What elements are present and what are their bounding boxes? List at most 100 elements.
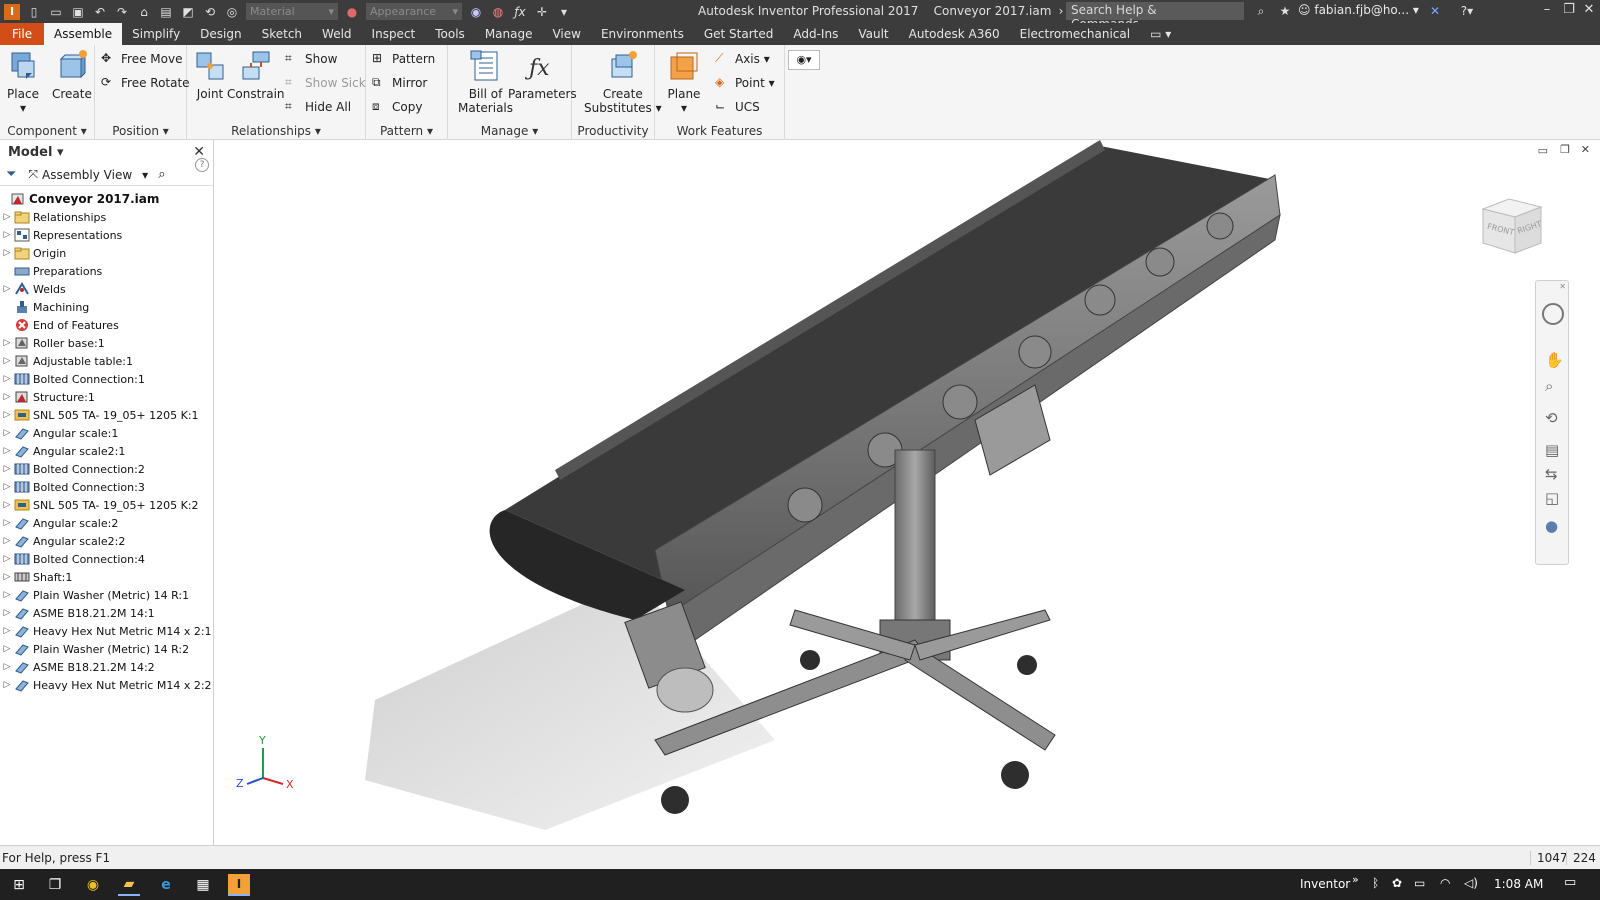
tree-item[interactable]: End of Features — [0, 316, 213, 334]
zoom-icon[interactable]: ⌕ — [1545, 377, 1553, 395]
tree-item[interactable]: ▷ Heavy Hex Nut Metric M14 x 2:2 — [0, 676, 213, 694]
start-icon[interactable]: ⊞ — [8, 874, 30, 896]
tree-item[interactable]: ▷ Bolted Connection:3 — [0, 478, 213, 496]
chevron-down-icon[interactable]: ▾ — [52, 145, 64, 160]
expand-arrow-icon[interactable]: ▷ — [0, 590, 14, 600]
tab-simplify[interactable]: Simplify — [122, 23, 190, 45]
tree-item[interactable]: ▷ Plain Washer (Metric) 14 R:2 — [0, 640, 213, 658]
color-override-icon[interactable]: ◎ — [224, 4, 240, 20]
undo-icon[interactable]: ↶ — [92, 4, 108, 20]
assembly-view-label[interactable]: Assembly View — [42, 168, 132, 182]
help-icon[interactable]: ?▾ — [1459, 3, 1475, 19]
ucs-button[interactable]: ⌙ UCS — [715, 97, 760, 117]
view-face-icon[interactable]: ⇆ — [1545, 465, 1558, 483]
wifi-icon[interactable]: ◠ — [1440, 876, 1450, 890]
expand-arrow-icon[interactable]: ▷ — [0, 554, 14, 564]
expand-arrow-icon[interactable]: ▷ — [0, 680, 14, 690]
create-button[interactable]: Create — [52, 49, 92, 101]
inventor-taskbar-icon[interactable]: I — [228, 874, 250, 896]
show-sick-button[interactable]: ⌗ Show Sick — [285, 73, 366, 93]
restore-button[interactable]: ❐ — [1558, 2, 1580, 20]
find-icon[interactable]: ⌕ — [158, 167, 165, 182]
tree-item[interactable]: ▷ Representations — [0, 226, 213, 244]
expand-arrow-icon[interactable]: ▷ — [0, 212, 14, 222]
new-icon[interactable]: ▯ — [26, 4, 42, 20]
tree-item[interactable]: ▷ Origin — [0, 244, 213, 262]
steering-wheel-icon[interactable] — [1542, 303, 1564, 325]
joint-button[interactable]: Joint — [193, 49, 227, 101]
copy-button[interactable]: ⧈ Copy — [372, 97, 422, 117]
ribbon-options-button[interactable]: ◉▾ — [788, 50, 820, 70]
expand-arrow-icon[interactable]: ▷ — [0, 482, 14, 492]
panel-title-component[interactable]: Component ▾ — [0, 124, 94, 138]
tray-icon[interactable]: ✿ — [1392, 876, 1402, 890]
chevron-down-icon[interactable]: ▾ — [142, 168, 148, 182]
close-icon[interactable]: ✕ — [1559, 282, 1566, 291]
tree-item[interactable]: ▷ SNL 505 TA- 19_05+ 1205 K:1 — [0, 406, 213, 424]
tree-item[interactable]: ▷ Angular scale2:1 — [0, 442, 213, 460]
tab-get-started[interactable]: Get Started — [694, 23, 784, 45]
customize-icon[interactable]: ▾ — [556, 4, 572, 20]
expand-arrow-icon[interactable]: ▷ — [0, 356, 14, 366]
tab-view[interactable]: View — [542, 23, 590, 45]
expand-arrow-icon[interactable]: ▷ — [0, 464, 14, 474]
star-icon[interactable]: ★ — [1277, 3, 1293, 19]
edge-icon[interactable]: e — [155, 874, 177, 896]
adjust-appearance-icon[interactable]: ◉ — [468, 4, 484, 20]
constrain-button[interactable]: Constrain — [227, 49, 285, 101]
tab-environments[interactable]: Environments — [591, 23, 694, 45]
panel-title-pattern[interactable]: Pattern ▾ — [366, 124, 447, 138]
tree-item[interactable]: ▷ Angular scale2:2 — [0, 532, 213, 550]
tree-item[interactable]: ▷ Bolted Connection:1 — [0, 370, 213, 388]
measure-icon[interactable]: ✛ — [534, 4, 550, 20]
expand-arrow-icon[interactable]: ▷ — [0, 248, 14, 258]
bill-of-materials-button[interactable]: Bill of Materials — [458, 49, 513, 115]
calculator-icon[interactable]: ▦ — [192, 874, 214, 896]
expand-arrow-icon[interactable]: ▷ — [0, 662, 14, 672]
expand-arrow-icon[interactable]: ▷ — [0, 284, 14, 294]
search-icon[interactable]: ⌕ — [1253, 3, 1269, 19]
search-input[interactable]: Search Help & Commands... — [1066, 2, 1244, 31]
home-icon[interactable]: ⌂ — [136, 4, 152, 20]
appearance-icon[interactable]: ● — [1545, 517, 1558, 535]
axis-button[interactable]: ⟋ Axis ▾ — [715, 49, 770, 69]
taskbar-app-label[interactable]: Inventor — [1300, 877, 1350, 891]
redo-icon[interactable]: ↷ — [114, 4, 130, 20]
tab-overflow-icon[interactable]: ▭ ▾ — [1140, 23, 1181, 45]
tree-item[interactable]: ▷ Angular scale:2 — [0, 514, 213, 532]
tree-item[interactable]: Preparations — [0, 262, 213, 280]
print-icon[interactable]: ▤ — [158, 4, 174, 20]
point-button[interactable]: ◈ Point ▾ — [715, 73, 775, 93]
volume-icon[interactable]: ◁) — [1464, 876, 1478, 890]
chevron-up-icon[interactable]: » — [1352, 873, 1359, 886]
parameters-button[interactable]: ƒx Parameters — [508, 49, 577, 101]
fx-icon[interactable]: ƒx — [512, 4, 528, 20]
panel-title-manage[interactable]: Manage ▾ — [448, 124, 571, 138]
conveyor-model[interactable] — [215, 140, 1600, 845]
tree-item[interactable]: ▷ Bolted Connection:4 — [0, 550, 213, 568]
mirror-button[interactable]: ⧉ Mirror — [372, 73, 427, 93]
tree-item[interactable]: ▷ Shaft:1 — [0, 568, 213, 586]
close-button[interactable]: ✕ — [1578, 2, 1600, 20]
tab-sketch[interactable]: Sketch — [252, 23, 312, 45]
expand-arrow-icon[interactable]: ▷ — [0, 536, 14, 546]
create-substitutes-button[interactable]: Create Substitutes ▾ — [584, 49, 662, 115]
show-button[interactable]: ⌗ Show — [285, 49, 337, 69]
filter-icon[interactable]: ⏷ — [6, 167, 16, 182]
battery-icon[interactable]: ▭ — [1414, 876, 1425, 890]
tree-item[interactable]: ▷ Heavy Hex Nut Metric M14 x 2:1 — [0, 622, 213, 640]
clear-appearance-icon[interactable]: ◍ — [490, 4, 506, 20]
bluetooth-icon[interactable]: ᛒ — [1372, 876, 1379, 890]
exchange-icon[interactable]: ✕ — [1427, 3, 1443, 19]
notification-icon[interactable]: ▭ — [1564, 875, 1576, 890]
expand-arrow-icon[interactable]: ▷ — [0, 446, 14, 456]
expand-arrow-icon[interactable]: ▷ — [0, 374, 14, 384]
tab-file[interactable]: File — [0, 23, 44, 45]
help-icon[interactable]: ? — [195, 158, 209, 172]
expand-arrow-icon[interactable]: ▷ — [0, 572, 14, 582]
file-explorer-icon[interactable]: ▰ — [118, 874, 140, 896]
look-at-icon[interactable]: ▤ — [1545, 441, 1559, 459]
expand-arrow-icon[interactable]: ▷ — [0, 410, 14, 420]
task-view-icon[interactable]: ❐ — [44, 874, 66, 896]
expand-arrow-icon[interactable]: ▷ — [0, 428, 14, 438]
